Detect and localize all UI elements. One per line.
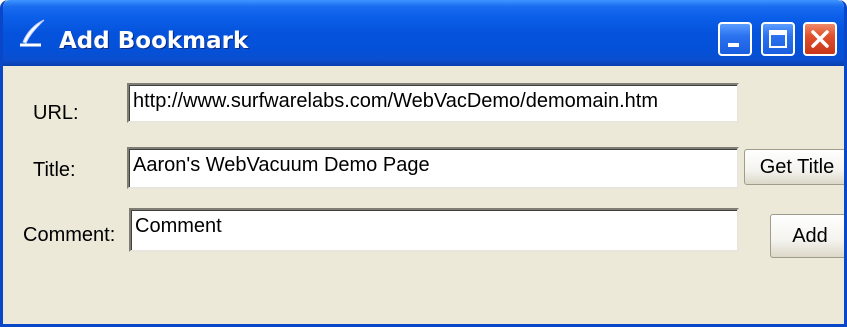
window-title: Add Bookmark bbox=[59, 28, 249, 54]
url-field[interactable]: http://www.surfwarelabs.com/WebVacDemo/d… bbox=[127, 83, 739, 123]
comment-field[interactable]: Comment bbox=[129, 208, 739, 252]
minimize-button[interactable] bbox=[718, 22, 752, 56]
add-button[interactable]: Add bbox=[770, 214, 844, 258]
quill-icon bbox=[17, 18, 47, 48]
get-title-button[interactable]: Get Title bbox=[744, 149, 844, 185]
title-bar[interactable]: Add Bookmark bbox=[3, 0, 844, 66]
maximize-button[interactable] bbox=[761, 22, 795, 56]
url-label: URL: bbox=[33, 102, 79, 124]
comment-label: Comment: bbox=[23, 224, 116, 246]
add-bookmark-window: Add Bookmark URL: http://www.surfwarelab… bbox=[0, 0, 847, 327]
close-button[interactable] bbox=[803, 22, 837, 56]
title-field[interactable]: Aaron's WebVacuum Demo Page bbox=[127, 147, 739, 189]
title-label: Title: bbox=[33, 159, 76, 181]
